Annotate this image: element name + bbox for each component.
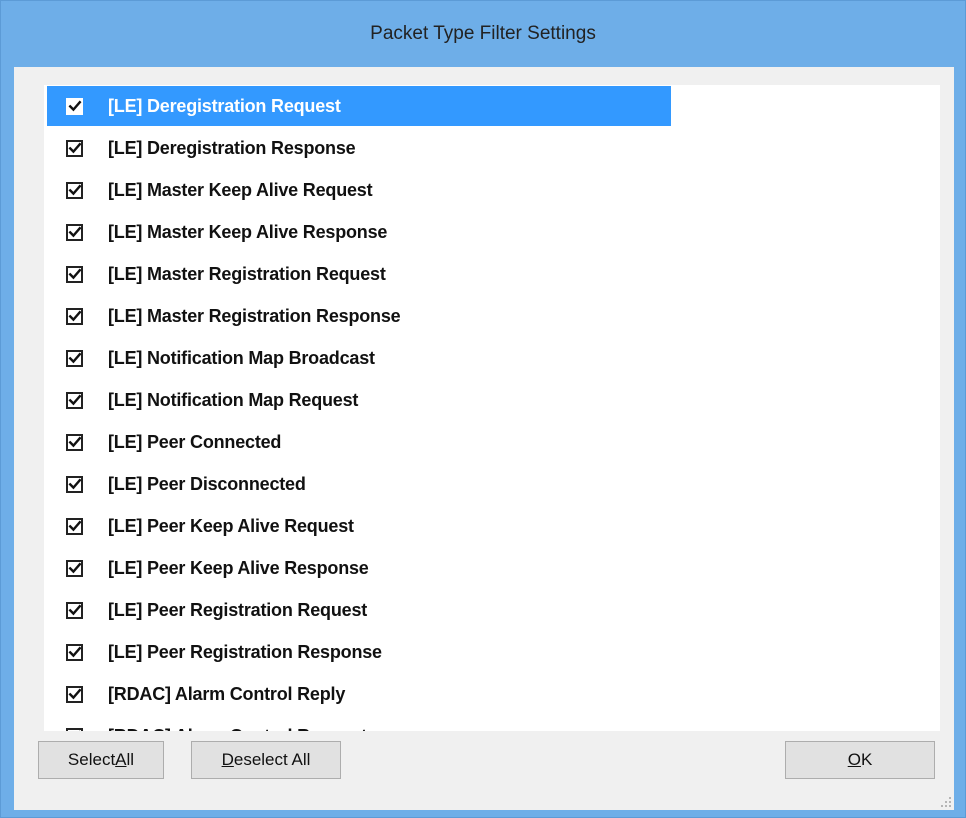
checkmark-icon: [68, 687, 82, 701]
list-item[interactable]: [LE] Notification Map Broadcast: [44, 337, 940, 379]
list-item[interactable]: [LE] Master Registration Response: [44, 295, 940, 337]
title-bar[interactable]: Packet Type Filter Settings: [1, 1, 965, 67]
item-label: [LE] Notification Map Request: [108, 389, 359, 410]
checkmark-icon: [68, 477, 82, 491]
item-label: [LE] Peer Keep Alive Response: [108, 557, 369, 578]
checkmark-icon: [68, 99, 82, 113]
item-checkbox[interactable]: [66, 727, 83, 731]
select-all-button[interactable]: Select All: [38, 741, 164, 779]
checkmark-icon: [68, 225, 82, 239]
checkmark-icon: [68, 393, 82, 407]
list-item[interactable]: [LE] Peer Connected: [44, 421, 940, 463]
list-item[interactable]: [LE] Master Keep Alive Response: [44, 211, 940, 253]
list-item[interactable]: [LE] Peer Disconnected: [44, 463, 940, 505]
dialog-client-area: [LE] Deregistration Request [LE] Deregist…: [14, 67, 954, 810]
item-label: [LE] Peer Keep Alive Request: [108, 515, 354, 536]
item-checkbox[interactable]: [66, 559, 83, 577]
item-checkbox[interactable]: [66, 601, 83, 619]
item-label: [LE] Notification Map Broadcast: [108, 347, 375, 368]
list-item[interactable]: [LE] Deregistration Request: [44, 85, 940, 127]
checkmark-icon: [68, 645, 82, 659]
item-checkbox[interactable]: [66, 643, 83, 661]
list-item[interactable]: [LE] Peer Keep Alive Request: [44, 505, 940, 547]
item-checkbox[interactable]: [66, 685, 83, 703]
item-checkbox[interactable]: [66, 517, 83, 535]
packet-type-list-items: [LE] Deregistration Request [LE] Deregist…: [44, 85, 940, 731]
item-label: [LE] Master Registration Request: [108, 263, 386, 284]
deselect-all-label-post: eselect All: [233, 750, 311, 769]
checkmark-icon: [68, 519, 82, 533]
checkmark-icon: [68, 183, 82, 197]
ok-label-accel: O: [847, 750, 861, 769]
item-checkbox[interactable]: [66, 391, 83, 409]
packet-type-checked-list[interactable]: [LE] Deregistration Request [LE] Deregist…: [44, 85, 940, 731]
list-item[interactable]: [LE] Peer Keep Alive Response: [44, 547, 940, 589]
checkmark-icon: [68, 603, 82, 617]
item-label: [LE] Peer Connected: [108, 431, 282, 452]
list-item[interactable]: [LE] Master Registration Request: [44, 253, 940, 295]
item-checkbox[interactable]: [66, 97, 83, 115]
item-label: [LE] Deregistration Request: [108, 95, 341, 116]
deselect-all-label-accel: D: [221, 750, 234, 769]
checkmark-icon: [68, 351, 82, 365]
item-label: [LE] Master Registration Response: [108, 305, 401, 326]
ok-label-post: K: [860, 750, 873, 769]
list-item[interactable]: [LE] Deregistration Response: [44, 127, 940, 169]
list-item[interactable]: [LE] Notification Map Request: [44, 379, 940, 421]
checkmark-icon: [68, 141, 82, 155]
item-checkbox[interactable]: [66, 139, 83, 157]
list-item[interactable]: [LE] Peer Registration Request: [44, 589, 940, 631]
item-label: [LE] Peer Registration Request: [108, 599, 368, 620]
item-checkbox[interactable]: [66, 433, 83, 451]
dialog-window: Packet Type Filter Settings [LE] Deregis…: [0, 0, 966, 818]
item-label: [LE] Peer Registration Response: [108, 641, 382, 662]
list-item[interactable]: [LE] Master Keep Alive Request: [44, 169, 940, 211]
item-checkbox[interactable]: [66, 265, 83, 283]
item-label: [LE] Master Keep Alive Response: [108, 221, 388, 242]
resize-grip-icon[interactable]: [938, 794, 952, 808]
item-label: [RDAC] Alarm Control Reply: [108, 683, 346, 704]
checkmark-icon: [68, 561, 82, 575]
list-item[interactable]: [RDAC] Alarm Control Request: [44, 715, 940, 731]
item-checkbox[interactable]: [66, 349, 83, 367]
item-checkbox[interactable]: [66, 307, 83, 325]
item-checkbox[interactable]: [66, 181, 83, 199]
item-label: [LE] Peer Disconnected: [108, 473, 306, 494]
list-item[interactable]: [RDAC] Alarm Control Reply: [44, 673, 940, 715]
list-item[interactable]: [LE] Peer Registration Response: [44, 631, 940, 673]
checkmark-icon: [68, 309, 82, 323]
deselect-all-button[interactable]: Deselect All: [191, 741, 341, 779]
item-label: [LE] Master Keep Alive Request: [108, 179, 373, 200]
item-label: [RDAC] Alarm Control Request: [108, 726, 367, 732]
select-all-label-pre: Select: [67, 750, 116, 769]
select-all-label-post: ll: [126, 750, 135, 769]
checkmark-icon: [68, 267, 82, 281]
checkmark-icon: [68, 729, 82, 731]
item-label: [LE] Deregistration Response: [108, 137, 356, 158]
window-title: Packet Type Filter Settings: [370, 23, 596, 44]
item-checkbox[interactable]: [66, 475, 83, 493]
ok-button[interactable]: OK: [785, 741, 935, 779]
item-checkbox[interactable]: [66, 223, 83, 241]
checkmark-icon: [68, 435, 82, 449]
select-all-label-accel: A: [115, 750, 127, 769]
